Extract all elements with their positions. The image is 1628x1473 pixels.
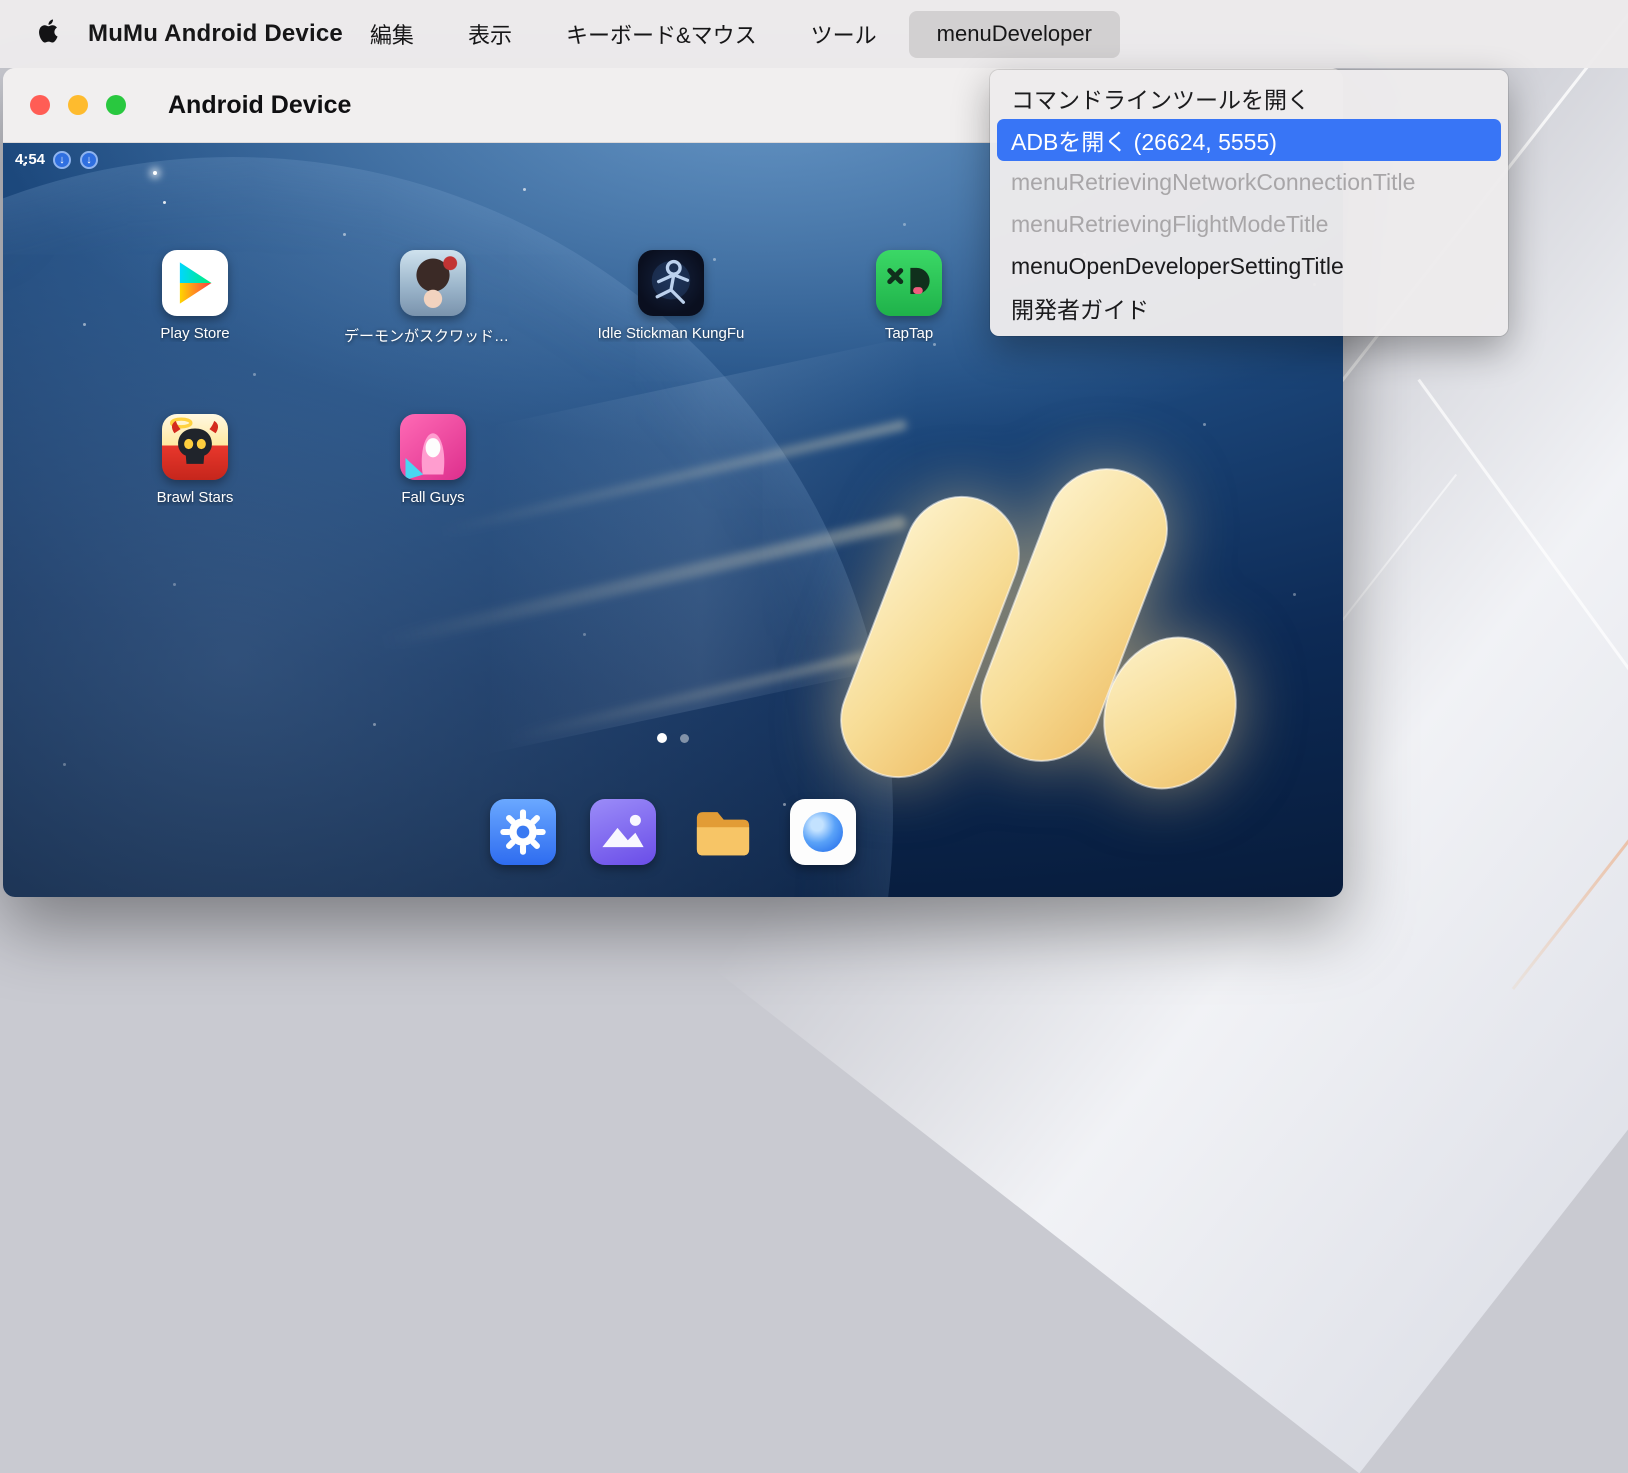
download-badge-icon[interactable]: ↓	[53, 151, 71, 169]
browser-globe	[803, 812, 843, 852]
page-dot-active[interactable]	[657, 733, 667, 743]
files-icon[interactable]	[690, 799, 756, 865]
close-button[interactable]	[30, 95, 50, 115]
menubar-item-tools[interactable]: ツール	[784, 0, 904, 68]
app-taptap[interactable]: TapTap	[819, 250, 999, 342]
gallery-icon[interactable]	[590, 799, 656, 865]
download-badge-icon[interactable]: ↓	[80, 151, 98, 169]
menu-item-open-developer-setting[interactable]: menuOpenDeveloperSettingTitle	[997, 245, 1501, 287]
status-time: 4:54	[15, 151, 45, 168]
app-brawl-stars[interactable]: Brawl Stars	[105, 414, 285, 506]
fall-guys-icon	[400, 414, 466, 480]
menubar-item-edit[interactable]: 編集	[343, 0, 441, 68]
app-label: Idle Stickman KungFu	[598, 325, 745, 342]
menu-item-developer-guide[interactable]: 開発者ガイド	[997, 287, 1501, 329]
app-label: Fall Guys	[401, 489, 464, 506]
browser-icon[interactable]	[790, 799, 856, 865]
minimize-button[interactable]	[68, 95, 88, 115]
developer-menu-dropdown: コマンドラインツールを開く ADBを開く (26624, 5555) menuR…	[990, 70, 1508, 336]
menu-item-retrieving-network-connection: menuRetrievingNetworkConnectionTitle	[997, 161, 1501, 203]
app-label: TapTap	[885, 325, 933, 342]
page-dot-inactive[interactable]	[680, 734, 689, 743]
window-title: Android Device	[168, 91, 351, 120]
apple-icon	[38, 18, 60, 50]
apple-menu[interactable]	[38, 18, 60, 50]
menu-item-retrieving-flight-mode: menuRetrievingFlightModeTitle	[997, 203, 1501, 245]
app-label: Play Store	[160, 325, 229, 342]
menu-item-open-adb[interactable]: ADBを開く (26624, 5555)	[997, 119, 1501, 161]
menubar-item-view[interactable]: 表示	[441, 0, 539, 68]
app-label: Brawl Stars	[157, 489, 234, 506]
app-idle-stickman-kungfu[interactable]: Idle Stickman KungFu	[581, 250, 761, 342]
brawl-stars-icon	[162, 414, 228, 480]
menubar-app-name[interactable]: MuMu Android Device	[88, 20, 343, 48]
menubar-item-developer[interactable]: menuDeveloper	[909, 11, 1120, 58]
taptap-icon	[876, 250, 942, 316]
menubar: MuMu Android Device 編集 表示 キーボード&マウス ツール …	[0, 0, 1628, 68]
app-label: デーモンがスクワッドを組む...	[344, 325, 522, 346]
page-indicator	[657, 733, 689, 743]
demon-squad-game-icon	[400, 250, 466, 316]
app-demon-squad[interactable]: デーモンがスクワッドを組む...	[343, 250, 523, 346]
settings-icon[interactable]	[490, 799, 556, 865]
mumu-logo	[818, 371, 1238, 841]
zoom-button[interactable]	[106, 95, 126, 115]
idle-stickman-kungfu-icon	[638, 250, 704, 316]
dock	[490, 799, 856, 865]
wallpaper-bright-star	[153, 171, 157, 175]
play-store-icon	[162, 250, 228, 316]
menubar-item-keyboard-mouse[interactable]: キーボード&マウス	[539, 0, 784, 68]
app-play-store[interactable]: Play Store	[105, 250, 285, 342]
app-fall-guys[interactable]: Fall Guys	[343, 414, 523, 506]
menu-item-open-command-line-tool[interactable]: コマンドラインツールを開く	[997, 77, 1501, 119]
